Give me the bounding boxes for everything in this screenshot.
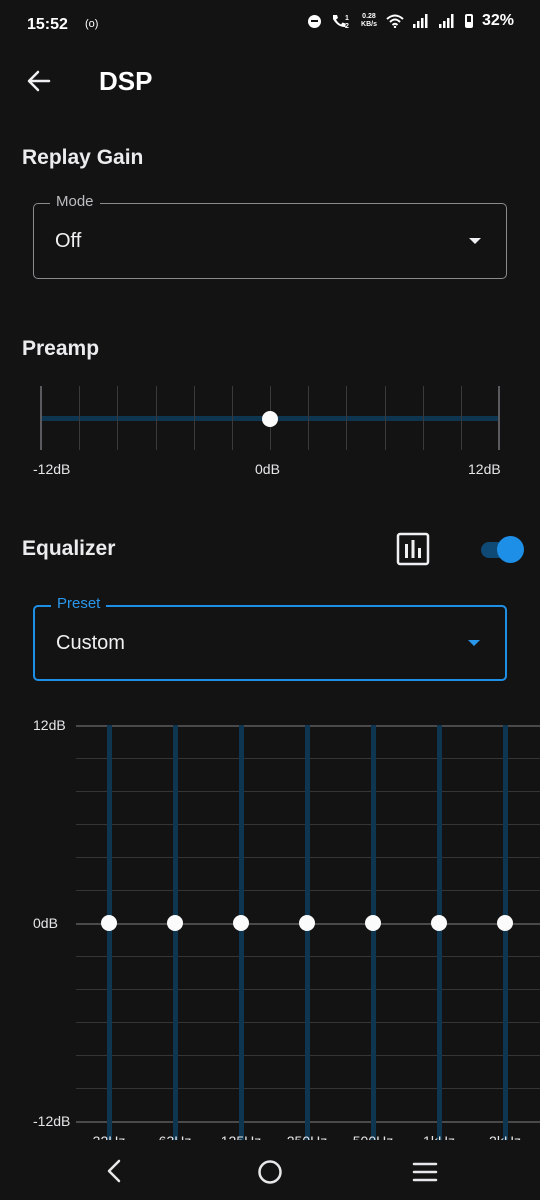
signal-icon-2 <box>438 14 454 28</box>
dropdown-caret-icon <box>468 640 480 646</box>
preset-label: Preset <box>51 595 107 612</box>
preamp-tick <box>155 386 157 450</box>
signal-icon <box>412 14 428 28</box>
eq-band-thumb[interactable] <box>365 915 381 931</box>
mode-label: Mode <box>50 193 100 210</box>
eq-bottom-label: -12dB <box>33 1113 71 1129</box>
network-speed: 0.28 KB/s <box>361 13 377 29</box>
eq-band-thumb[interactable] <box>497 915 513 931</box>
preamp-tick <box>346 386 348 450</box>
eq-band-thumb[interactable] <box>167 915 183 931</box>
preamp-mid-label: 0dB <box>255 461 280 477</box>
preamp-thumb[interactable] <box>262 411 278 427</box>
toggle-knob <box>497 536 524 563</box>
preamp-tick <box>498 386 500 450</box>
nav-back-icon[interactable] <box>104 1158 124 1184</box>
preamp-min-label: -12dB <box>33 461 71 477</box>
status-icons: 1 2 0.28 KB/s 32% <box>308 12 514 30</box>
preamp-title: Preamp <box>22 337 100 360</box>
equalizer-title: Equalizer <box>22 537 116 560</box>
eq-band-thumb[interactable] <box>101 915 117 931</box>
eq-band-freq-label: 500Hz <box>351 1133 395 1140</box>
eq-band-freq-label: 32Hz <box>87 1133 131 1140</box>
preset-value: Custom <box>56 632 125 654</box>
nav-menu-icon[interactable] <box>412 1161 438 1183</box>
preamp-tick <box>231 386 233 450</box>
dropdown-caret-icon <box>469 238 481 244</box>
preamp-tick <box>117 386 119 450</box>
battery-icon <box>464 14 473 28</box>
back-arrow-icon[interactable] <box>24 66 54 96</box>
eq-band-track <box>238 725 244 1140</box>
equalizer-graph: 32Hz 63Hz 125Hz 250Hz 500Hz 1kHz 2kHz <box>0 700 540 1140</box>
eq-band-track <box>370 725 376 1140</box>
network-speed-value: 0.28 <box>362 13 376 20</box>
bar-chart-icon[interactable] <box>396 532 430 566</box>
svg-text:1: 1 <box>345 15 349 22</box>
navigation-bar <box>0 1140 540 1200</box>
eq-band-freq-label: 250Hz <box>285 1133 329 1140</box>
preamp-max-label: 12dB <box>468 461 501 477</box>
preamp-tick <box>308 386 310 450</box>
radio-icon: (o) <box>85 18 99 30</box>
eq-band-thumb[interactable] <box>299 915 315 931</box>
do-not-disturb-icon <box>308 14 322 28</box>
preamp-tick <box>460 386 462 450</box>
replay-gain-mode-dropdown[interactable]: Mode Off <box>33 193 507 279</box>
eq-band-track <box>106 725 112 1140</box>
replay-gain-title: Replay Gain <box>22 146 144 169</box>
preset-dropdown[interactable]: Preset Custom <box>33 595 507 681</box>
nav-home-icon[interactable] <box>257 1159 283 1185</box>
equalizer-toggle[interactable] <box>480 535 526 565</box>
eq-band-track <box>436 725 442 1140</box>
eq-band-track <box>304 725 310 1140</box>
eq-band-freq-label: 1kHz <box>417 1133 461 1140</box>
eq-band-thumb[interactable] <box>233 915 249 931</box>
eq-band-freq-label: 63Hz <box>153 1133 197 1140</box>
preamp-tick <box>422 386 424 450</box>
eq-mid-label: 0dB <box>33 915 58 931</box>
eq-band-track <box>502 725 508 1140</box>
svg-text:2: 2 <box>345 23 349 29</box>
eq-band-track <box>172 725 178 1140</box>
preamp-tick <box>79 386 81 450</box>
status-time: 15:52 <box>27 16 68 33</box>
page-title: DSP <box>99 66 153 96</box>
battery-percent: 32% <box>481 12 514 29</box>
preamp-tick <box>40 386 42 450</box>
eq-band-freq-label: 2kHz <box>483 1133 527 1140</box>
preamp-slider[interactable] <box>0 380 540 450</box>
eq-band-thumb[interactable] <box>431 915 447 931</box>
eq-band-freq-label: 125Hz <box>219 1133 263 1140</box>
mode-value: Off <box>55 230 82 252</box>
preamp-tick <box>193 386 195 450</box>
call-icon: 1 2 <box>333 15 349 29</box>
preamp-tick <box>384 386 386 450</box>
network-speed-unit: KB/s <box>361 21 377 28</box>
wifi-icon <box>386 14 404 28</box>
eq-top-label: 12dB <box>33 717 66 733</box>
